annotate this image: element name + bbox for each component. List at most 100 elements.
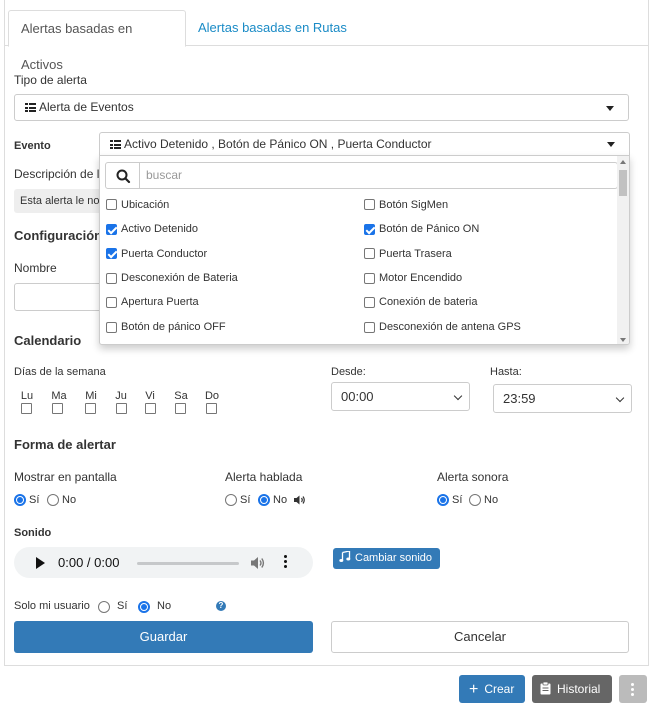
calendario-title: Calendario	[14, 333, 82, 348]
search-icon	[116, 169, 131, 184]
tipo-alerta-select[interactable]: Alerta de Eventos	[14, 94, 629, 121]
configuracion-title: Configuración	[14, 228, 103, 243]
option-label: Desconexión de Bateria	[121, 272, 238, 284]
cambiar-sonido-button[interactable]: Cambiar sonido	[333, 548, 440, 569]
option-checkbox-desconexion-antena-gps[interactable]	[364, 322, 375, 333]
day-label-do: Do	[204, 390, 220, 402]
speaker-icon[interactable]	[294, 495, 306, 505]
volume-icon[interactable]	[250, 556, 266, 570]
option-checkbox-boton-panico-off[interactable]	[106, 322, 117, 333]
alerta-hablada-no-radio[interactable]	[258, 494, 270, 506]
day-checkbox-mi[interactable]	[85, 403, 96, 414]
alerta-sonora-no-radio[interactable]	[469, 494, 481, 506]
solo-usuario-label: Solo mi usuario	[14, 600, 90, 612]
scroll-thumb[interactable]	[619, 170, 627, 196]
search-button[interactable]	[105, 162, 140, 189]
tab-alertas-activos[interactable]: Alertas basadas en Activos	[8, 10, 186, 72]
desde-select[interactable]: 00:00	[331, 382, 470, 411]
tipo-alerta-label: Tipo de alerta	[14, 73, 87, 87]
option-checkbox-boton-panico-on[interactable]	[364, 224, 375, 235]
day-checkbox-lu[interactable]	[21, 403, 32, 414]
scroll-down-arrow-icon[interactable]	[620, 338, 626, 342]
alerta-sonora-si-radio[interactable]	[437, 494, 449, 506]
list-icon	[110, 140, 121, 149]
search-input[interactable]: buscar	[139, 162, 618, 189]
historial-label: Historial	[557, 682, 601, 696]
audio-player: 0:00 / 0:00	[14, 547, 313, 578]
option-label: Ubicación	[121, 199, 170, 211]
hasta-label: Hasta:	[490, 366, 522, 378]
day-label-sa: Sa	[174, 390, 188, 402]
desde-value: 00:00	[341, 389, 374, 404]
dropdown-scrollbar[interactable]	[617, 156, 629, 344]
day-label-mi: Mi	[85, 390, 97, 402]
option-label: Activo Detenido	[121, 223, 199, 235]
historial-button[interactable]: Historial	[532, 675, 612, 703]
option-label: Botón SigMen	[379, 199, 449, 211]
option-label: Puerta Conductor	[121, 248, 208, 260]
day-label-ma: Ma	[51, 390, 67, 402]
day-label-ju: Ju	[115, 390, 127, 402]
plus-icon: +	[469, 681, 479, 698]
evento-select[interactable]: Activo Detenido , Botón de Pánico ON , P…	[99, 132, 630, 156]
cambiar-sonido-label: Cambiar sonido	[355, 552, 433, 564]
tab-alertas-rutas[interactable]: Alertas basadas en Rutas	[186, 10, 359, 47]
evento-label: Evento	[14, 140, 51, 152]
option-checkbox-desconexion-bateria[interactable]	[106, 273, 117, 284]
day-checkbox-vi[interactable]	[145, 403, 156, 414]
option-checkbox-puerta-conductor[interactable]	[106, 248, 117, 259]
guardar-button[interactable]: Guardar	[14, 621, 313, 653]
tipo-alerta-value: Alerta de Eventos	[39, 100, 134, 114]
option-checkbox-boton-sigmen[interactable]	[364, 199, 375, 210]
option-checkbox-motor-encendido[interactable]	[364, 273, 375, 284]
caret-down-icon	[607, 142, 615, 147]
descripcion-label: Descripción de la	[14, 167, 107, 181]
caret-down-icon	[606, 105, 614, 111]
solo-usuario-no-radio[interactable]	[138, 601, 150, 613]
radio-label-si: Sí	[117, 600, 128, 612]
mostrar-pantalla-no-radio[interactable]	[47, 494, 59, 506]
cancelar-button[interactable]: Cancelar	[331, 621, 629, 653]
option-label: Motor Encendido	[379, 272, 463, 284]
alerta-hablada-label: Alerta hablada	[225, 470, 303, 484]
option-checkbox-ubicacion[interactable]	[106, 199, 117, 210]
alerta-sonora-label: Alerta sonora	[437, 470, 509, 484]
option-label: Puerta Trasera	[379, 248, 452, 260]
option-checkbox-puerta-trasera[interactable]	[364, 248, 375, 259]
day-label-vi: Vi	[145, 390, 155, 402]
audio-progress-track[interactable]	[137, 562, 239, 565]
clipboard-icon	[540, 681, 551, 695]
crear-label: Crear	[484, 682, 515, 696]
radio-label-no: No	[273, 494, 288, 506]
day-checkbox-do[interactable]	[206, 403, 217, 414]
descripcion-field[interactable]: Esta alerta le noti	[14, 189, 104, 213]
option-label: Botón de Pánico ON	[379, 223, 480, 235]
nombre-label: Nombre	[14, 261, 57, 275]
hasta-select[interactable]: 23:59	[493, 384, 632, 413]
option-checkbox-activo-detenido[interactable]	[106, 224, 117, 235]
day-checkbox-ju[interactable]	[116, 403, 127, 414]
chevron-down-icon	[615, 393, 625, 403]
mostrar-pantalla-si-radio[interactable]	[14, 494, 26, 506]
play-icon[interactable]	[36, 557, 45, 569]
option-checkbox-apertura-puerta[interactable]	[106, 297, 117, 308]
alerta-hablada-si-radio[interactable]	[225, 494, 237, 506]
more-actions-button[interactable]	[619, 675, 647, 703]
option-label: Botón de pánico OFF	[121, 321, 226, 333]
solo-usuario-si-radio[interactable]	[98, 601, 110, 613]
more-options-icon[interactable]	[284, 555, 288, 571]
tab-bar: Alertas basadas en Activos Alertas basad…	[4, 10, 649, 72]
forma-alertar-title: Forma de alertar	[14, 437, 116, 452]
mostrar-pantalla-label: Mostrar en pantalla	[14, 470, 117, 484]
option-checkbox-conexion-bateria[interactable]	[364, 297, 375, 308]
desde-label: Desde:	[331, 366, 366, 378]
day-checkbox-ma[interactable]	[52, 403, 63, 414]
radio-label-si: Sí	[240, 494, 251, 506]
help-icon[interactable]: ?	[216, 601, 226, 611]
crear-button[interactable]: + Crear	[459, 675, 525, 703]
day-checkbox-sa[interactable]	[175, 403, 186, 414]
hasta-value: 23:59	[503, 391, 536, 406]
radio-label-no: No	[157, 600, 172, 612]
scroll-up-arrow-icon[interactable]	[620, 160, 626, 164]
option-label: Apertura Puerta	[121, 296, 199, 308]
